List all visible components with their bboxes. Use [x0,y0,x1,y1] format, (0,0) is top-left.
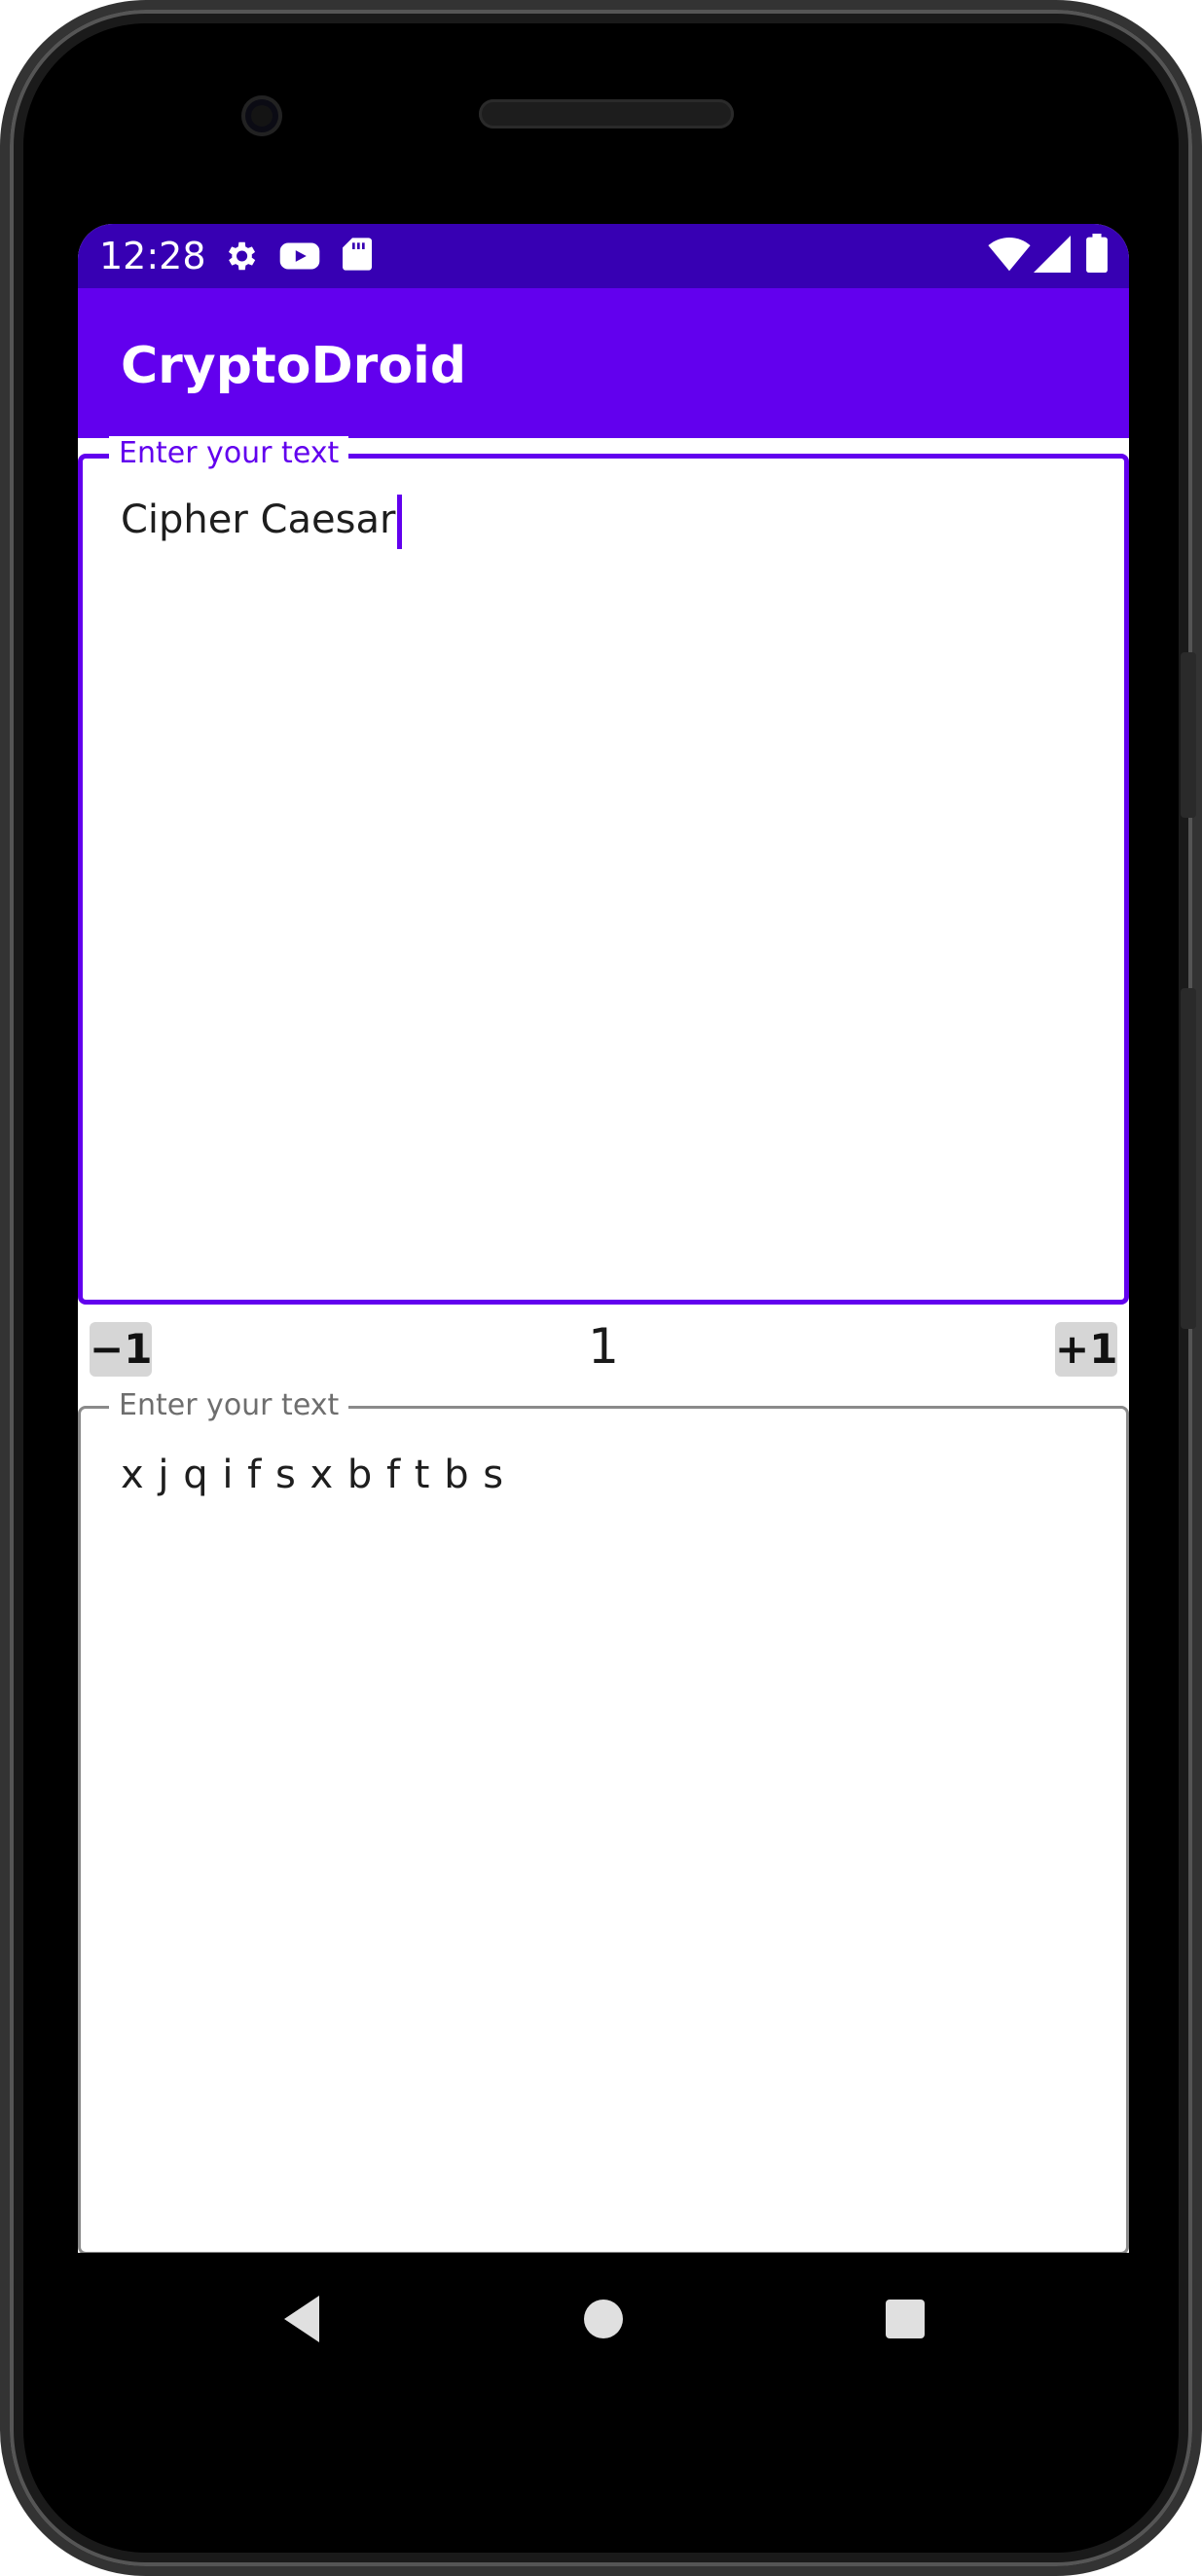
input-field-label: Enter your text [109,436,349,471]
screen: 12:28 CryptoDroid Enter your text Cipher… [78,224,1129,2253]
output-field-value[interactable]: x j q i f s x b f t b s [121,1453,504,1497]
phone-frame: 12:28 CryptoDroid Enter your text Cipher… [0,0,1202,2576]
signal-icon [1034,236,1071,276]
gear-icon [222,238,259,278]
status-bar: 12:28 [78,224,1129,288]
back-icon[interactable] [263,2280,341,2358]
text-cursor [397,495,403,549]
battery-icon [1086,234,1108,276]
shift-value: 1 [588,1318,619,1375]
earpiece-speaker [479,99,734,129]
input-text-field[interactable]: Enter your text Cipher Caesar [78,436,1129,1305]
decrement-button[interactable]: −1 [90,1322,152,1377]
front-camera [241,95,282,136]
app-title: CryptoDroid [121,337,467,395]
output-field-label: Enter your text [109,1388,349,1423]
input-text: Cipher Caesar [121,497,396,542]
output-field-outline [78,1406,1129,2253]
power-button[interactable] [1181,652,1196,818]
input-field-value[interactable]: Cipher Caesar [121,495,403,549]
recents-icon[interactable] [866,2280,944,2358]
volume-rocker[interactable] [1181,988,1196,1329]
input-field-outline [78,454,1129,1305]
youtube-icon [278,238,321,278]
app-bar: CryptoDroid [78,288,1129,438]
wifi-icon [988,238,1031,276]
status-time: 12:28 [99,235,206,277]
increment-button[interactable]: +1 [1055,1322,1117,1377]
home-icon[interactable] [565,2280,642,2358]
output-text-field[interactable]: Enter your text x j q i f s x b f t b s [78,1388,1129,2253]
sd-card-icon [343,236,372,276]
navigation-bar [78,2253,1129,2379]
